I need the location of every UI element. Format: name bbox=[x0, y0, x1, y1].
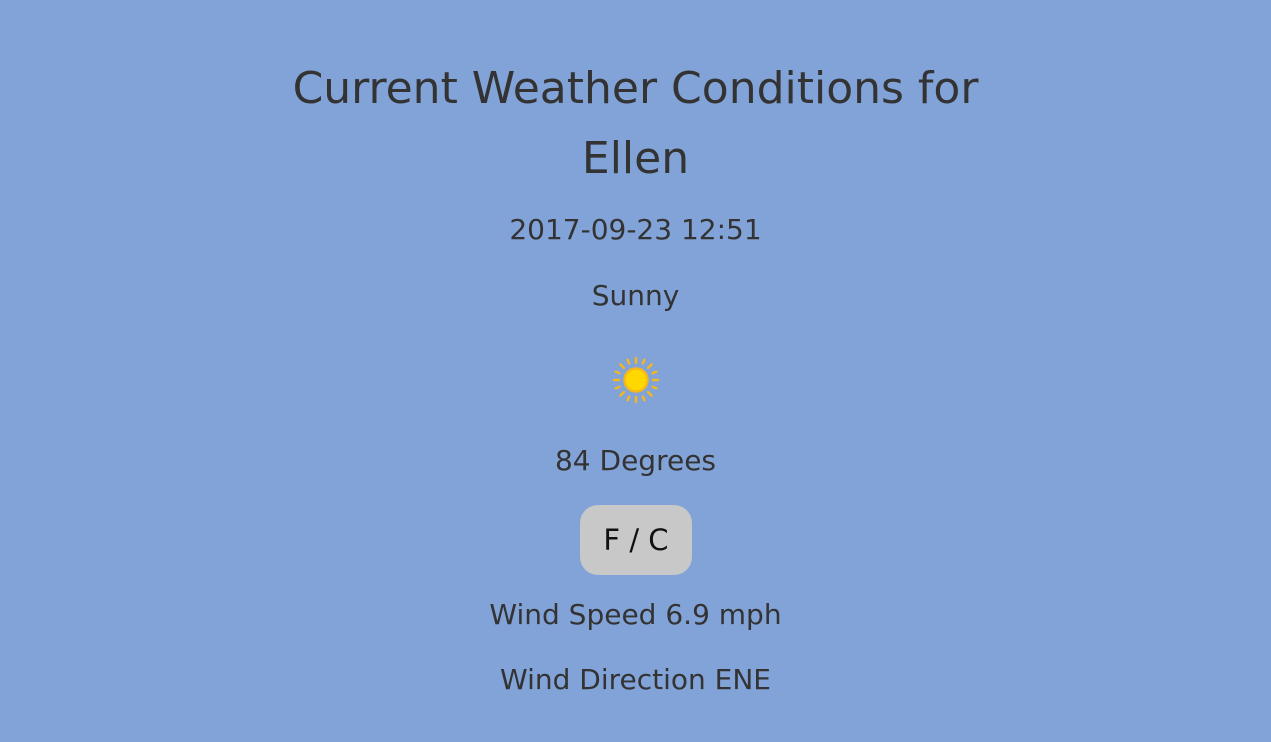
observation-datetime: 2017-09-23 12:51 bbox=[509, 213, 762, 246]
weather-condition: Sunny bbox=[591, 279, 680, 312]
weather-page: Current Weather Conditions for Ellen 201… bbox=[0, 0, 1271, 742]
page-title-location: Ellen bbox=[581, 133, 690, 184]
sun-icon bbox=[611, 355, 661, 405]
wind-direction: Wind Direction ENE bbox=[500, 663, 771, 696]
wind-speed: Wind Speed 6.9 mph bbox=[489, 598, 782, 631]
page-title-line-1: Current Weather Conditions for bbox=[292, 63, 979, 114]
unit-toggle-button[interactable]: F / C bbox=[580, 505, 692, 575]
page-title: Current Weather Conditions for Ellen bbox=[0, 54, 1271, 194]
temperature-reading: 84 Degrees bbox=[554, 444, 717, 477]
